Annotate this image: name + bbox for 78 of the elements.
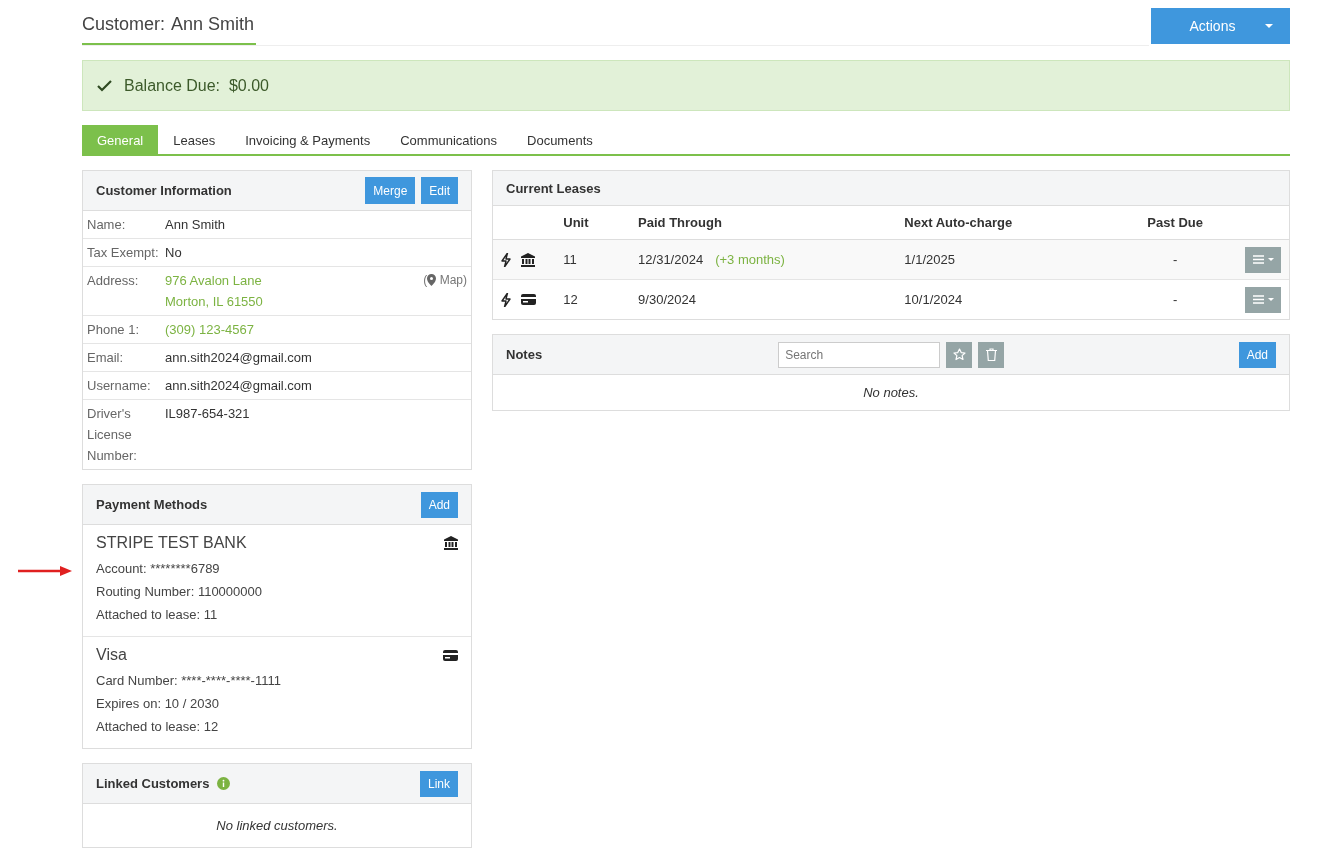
actions-button[interactable]: Actions [1151, 8, 1290, 44]
balance-due-text: Balance Due: $0.00 [124, 76, 269, 95]
caret-icon [1267, 258, 1274, 261]
star-icon [952, 348, 966, 361]
tab[interactable]: Invoicing & Payments [230, 125, 386, 154]
table-cell: 10/1/2024 [896, 279, 1114, 319]
column-header: Paid Through [630, 206, 897, 240]
field-value: IL987-654-321 [165, 405, 250, 423]
panel-title: Customer Information [96, 183, 232, 198]
panel-title: Current Leases [506, 180, 601, 196]
header-action-button[interactable]: Merge [365, 177, 416, 204]
table-cell: 12/31/2024 [638, 252, 704, 267]
phone-link[interactable]: (309) 123-4567 [165, 319, 254, 340]
paid-ahead-note: (+3 months) [715, 252, 785, 267]
payment-detail: Attached to lease: 12 [96, 718, 220, 736]
field-label: Phone 1: [87, 321, 141, 339]
payment-detail: Account: ********6789 [96, 560, 221, 578]
field-label: Tax Exempt: [87, 244, 160, 262]
delete-button[interactable] [978, 341, 1005, 368]
payment-detail: Card Number: ****-****-****-1111 [96, 672, 282, 690]
payment-detail: Routing Number: 110000000 [96, 583, 263, 601]
menu-icon [1252, 255, 1264, 264]
table-cell: - [1173, 252, 1178, 267]
tab[interactable]: Leases [158, 125, 231, 154]
page-title: Customer: Ann Smith [82, 8, 257, 45]
panel-title: Linked Customers [96, 776, 210, 791]
credit-card-icon [521, 294, 536, 305]
tab[interactable]: Documents [512, 125, 608, 154]
field-value: Ann Smith [165, 216, 225, 234]
field-value: ann.sith2024@gmail.com [165, 377, 312, 395]
trash-icon [985, 348, 997, 361]
link-button[interactable]: Link [420, 770, 458, 797]
bank-icon [521, 252, 535, 267]
column-header: Next Auto-charge [896, 206, 1114, 240]
tab[interactable]: General [82, 125, 159, 154]
column-header: Past Due [1113, 206, 1237, 240]
panel-title: Payment Methods [96, 497, 208, 512]
star-button[interactable] [946, 341, 973, 368]
column-header: Unit [555, 206, 631, 240]
info-icon [217, 777, 231, 790]
caret-icon [1267, 298, 1274, 301]
payment-method-name: Visa [96, 646, 127, 664]
empty-message: No linked customers. [215, 817, 339, 835]
lightning-bolt-icon [501, 252, 511, 267]
address-link[interactable]: 976 Avalon Lane [165, 270, 262, 291]
annotation-arrow [18, 566, 72, 576]
menu-icon [1252, 295, 1264, 304]
credit-card-icon [443, 649, 458, 661]
table-cell: 1/1/2025 [896, 239, 1114, 280]
bank-icon [444, 536, 458, 550]
table-cell: 12 [555, 279, 631, 319]
add-button[interactable]: Add [1238, 341, 1276, 368]
header-action-button[interactable]: Edit [421, 177, 458, 204]
payment-detail: Expires on: 10 / 2030 [96, 695, 220, 713]
table-cell: - [1173, 292, 1178, 307]
map-link[interactable]: ( Map) [423, 270, 467, 312]
table-cell: 11 [555, 239, 631, 280]
field-label: Email: [87, 349, 125, 367]
field-value: No [165, 244, 182, 262]
row-menu-button[interactable] [1245, 246, 1281, 273]
add-button[interactable]: Add [420, 491, 458, 518]
payment-method-name: STRIPE TEST BANK [96, 534, 247, 552]
field-label: Driver's License Number: [87, 405, 138, 465]
empty-message: No notes. [862, 384, 920, 402]
field-label: Name: [87, 216, 127, 234]
table-cell: 9/30/2024 [638, 292, 696, 307]
tab[interactable]: Communications [385, 125, 512, 154]
panel-title: Notes [506, 347, 543, 362]
field-value: ann.sith2024@gmail.com [165, 349, 312, 367]
field-label: Address: [87, 272, 140, 290]
lightning-bolt-icon [501, 292, 511, 307]
address-link[interactable]: Morton, IL 61550 [165, 291, 263, 312]
payment-detail: Attached to lease: 11 [96, 606, 219, 624]
row-menu-button[interactable] [1245, 286, 1281, 313]
map-pin-icon [427, 274, 437, 286]
field-label: Username: [87, 377, 152, 395]
search-field[interactable]: Search [778, 341, 941, 368]
caret-icon [1265, 24, 1274, 28]
